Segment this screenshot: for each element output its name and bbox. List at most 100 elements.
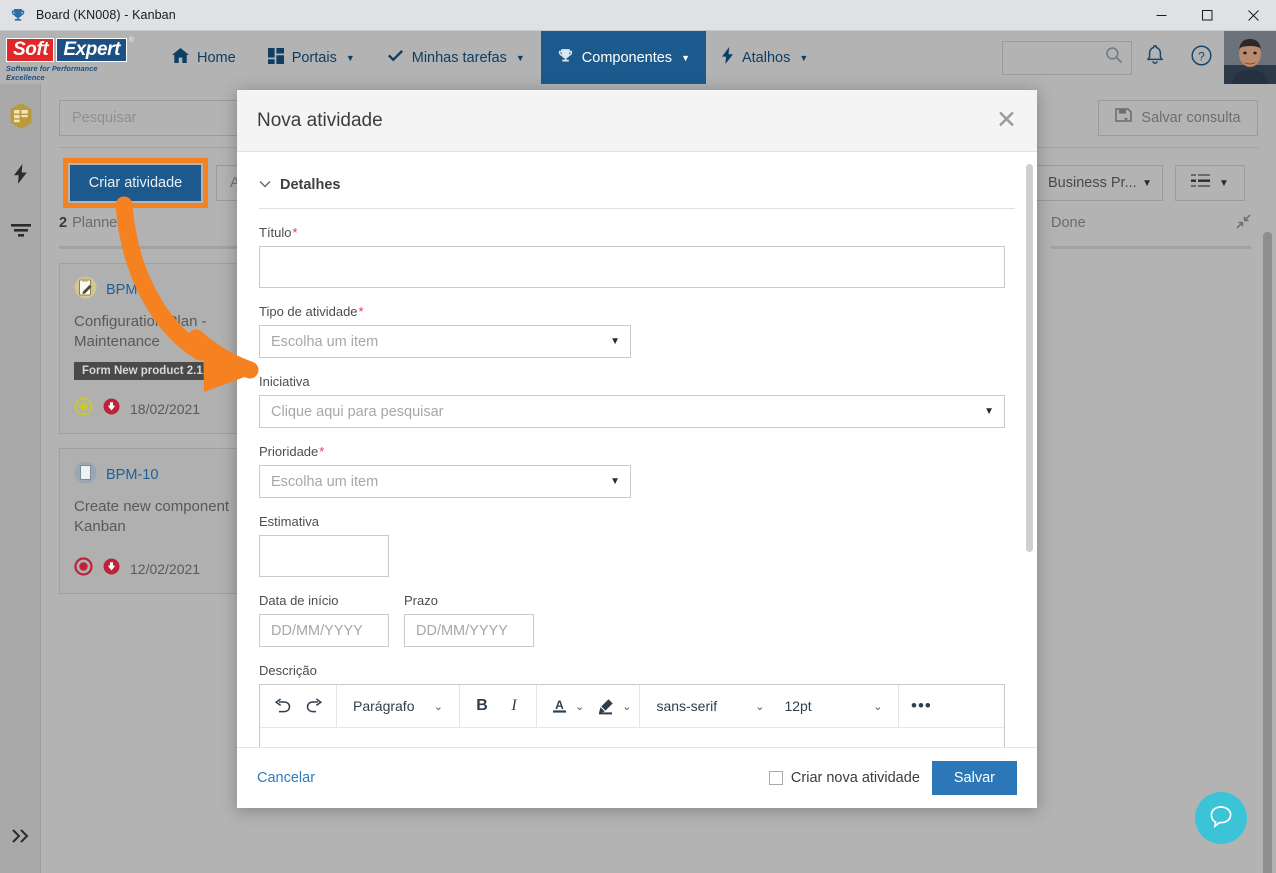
create-activity-button[interactable]: Criar atividade	[70, 165, 201, 201]
nav-label-atalhos: Atalhos	[741, 49, 791, 66]
close-button[interactable]	[1230, 0, 1276, 31]
nav-label-componentes: Componentes	[581, 49, 673, 66]
chevron-down-icon: ▼	[1219, 177, 1229, 189]
rail-expander-button[interactable]	[8, 825, 34, 851]
modal-vertical-scrollbar[interactable]	[1026, 164, 1033, 552]
application-window: Board (KN008) - Kanban Soft Expert ® Sof…	[0, 0, 1276, 873]
column-header: Done	[1051, 212, 1251, 234]
details-section-header[interactable]: Detalhes	[259, 152, 1015, 194]
save-button[interactable]: Salvar	[931, 760, 1017, 795]
chat-button[interactable]	[1195, 792, 1247, 844]
field-label-iniciativa: Iniciativa	[259, 374, 310, 389]
help-button[interactable]: ?	[1178, 31, 1224, 84]
font-family-value: sans-serif	[656, 698, 718, 714]
column-divider	[1051, 246, 1251, 249]
board-vertical-scrollbar[interactable]	[1263, 232, 1272, 873]
font-size-select[interactable]: 12pt ⌄	[774, 688, 892, 724]
rail-item-filter[interactable]	[0, 210, 41, 254]
new-activity-modal: Nova atividade ✕ Detalhes Título* Tipo d…	[237, 90, 1037, 808]
rail-item-board[interactable]	[0, 96, 41, 140]
maximize-button[interactable]	[1184, 0, 1230, 31]
required-marker: *	[292, 225, 298, 240]
description-rich-text-editor: Parágrafo ⌄ B I A ⌄ ⌄ sans-serif ⌄ 12pt …	[259, 684, 1005, 747]
document-icon	[74, 461, 97, 489]
chevron-down-icon: ⌄	[873, 700, 883, 713]
editor-group-font: sans-serif ⌄ 12pt ⌄	[640, 684, 900, 728]
modal-header: Nova atividade ✕	[237, 90, 1037, 152]
logo-registered-mark: ®	[128, 36, 134, 44]
logo-tagline: Software for Performance Excellence	[6, 63, 98, 82]
highlight-icon[interactable]	[590, 688, 622, 724]
card-code[interactable]: BPM-10	[106, 467, 158, 483]
business-process-select[interactable]: Business Pr... ▼	[1035, 165, 1163, 201]
card-tag: Form New product 2.1.7	[74, 362, 221, 380]
window-titlebar: Board (KN008) - Kanban	[0, 0, 1276, 31]
prioridade-select[interactable]: Escolha um item ▼	[259, 465, 631, 498]
chevron-down-icon: ⌄	[755, 700, 765, 713]
iniciativa-select[interactable]: Clique aqui para pesquisar ▼	[259, 395, 1005, 428]
nav-item-portais[interactable]: Portais ▼	[252, 31, 371, 84]
grid-icon	[267, 47, 284, 68]
field-descricao: Descrição Parágrafo ⌄ B I A ⌄ ⌄ sans-ser…	[259, 663, 1015, 747]
tipo-atividade-select[interactable]: Escolha um item ▼	[259, 325, 631, 358]
trophy-icon	[557, 47, 574, 68]
minimize-button[interactable]	[1138, 0, 1184, 31]
nav-item-atalhos[interactable]: Atalhos ▼	[706, 31, 824, 84]
filter-icon	[10, 222, 32, 243]
close-icon[interactable]: ✕	[996, 108, 1017, 133]
left-icon-rail	[0, 84, 41, 873]
chevron-down-icon: ▼	[610, 336, 620, 347]
global-search-input[interactable]	[1002, 40, 1132, 75]
bell-icon	[1146, 44, 1164, 70]
editor-group-color: A ⌄ ⌄	[537, 684, 641, 728]
chevron-down-icon: ▼	[984, 406, 994, 417]
avatar[interactable]	[1224, 31, 1276, 84]
highlight-chevron-down-icon[interactable]: ⌄	[622, 700, 631, 713]
prioridade-placeholder: Escolha um item	[271, 473, 379, 490]
more-options-icon[interactable]: •••	[905, 688, 937, 724]
text-color-icon[interactable]: A	[543, 688, 575, 724]
clipboard-pencil-icon	[74, 276, 97, 304]
editor-toolbar: Parágrafo ⌄ B I A ⌄ ⌄ sans-serif ⌄ 12pt …	[260, 684, 1004, 728]
cancel-button[interactable]: Cancelar	[257, 770, 315, 786]
titulo-input[interactable]	[259, 246, 1005, 288]
create-new-activity-checkbox[interactable]: Criar nova atividade	[768, 770, 920, 786]
notifications-button[interactable]	[1132, 31, 1178, 84]
checkbox-box[interactable]	[768, 770, 783, 785]
italic-button[interactable]: I	[498, 688, 530, 724]
undo-icon[interactable]	[266, 688, 298, 724]
bold-button[interactable]: B	[466, 688, 498, 724]
save-query-button[interactable]: Salvar consulta	[1098, 100, 1258, 136]
block-format-select[interactable]: Parágrafo ⌄	[343, 688, 453, 724]
rail-item-shortcuts[interactable]	[0, 154, 41, 198]
description-editor-canvas[interactable]	[260, 728, 1004, 747]
nav-item-componentes[interactable]: Componentes ▼	[540, 31, 706, 84]
collapse-icon[interactable]	[1236, 213, 1251, 233]
column-header: 2 Planned	[59, 212, 259, 234]
font-family-select[interactable]: sans-serif ⌄	[646, 688, 774, 724]
card-date: 12/02/2021	[130, 561, 201, 577]
field-row-datas: Data de início DD/MM/YYYY Prazo DD/MM/YY…	[259, 593, 1015, 647]
text-color-chevron-down-icon[interactable]: ⌄	[575, 700, 584, 713]
font-size-value: 12pt	[784, 698, 812, 714]
card-title: Create new component Kanban	[74, 498, 230, 535]
view-mode-select[interactable]: ▼	[1175, 165, 1245, 201]
nav-item-minhas-tarefas[interactable]: Minhas tarefas ▼	[371, 31, 541, 84]
redo-icon[interactable]	[298, 688, 330, 724]
card-code[interactable]: BPM-8	[106, 282, 150, 298]
data-inicio-input[interactable]: DD/MM/YYYY	[259, 614, 389, 647]
field-iniciativa: Iniciativa Clique aqui para pesquisar ▼	[259, 374, 1015, 428]
nav-item-home[interactable]: Home	[156, 31, 252, 84]
estimativa-input[interactable]	[259, 535, 389, 577]
search-icon	[1105, 46, 1123, 69]
question-circle-icon: ?	[1190, 44, 1212, 71]
editor-group-history	[260, 684, 337, 728]
column-count: 2	[59, 215, 68, 231]
prazo-input[interactable]: DD/MM/YYYY	[404, 614, 534, 647]
kanban-card[interactable]: BPM-8 Configuration Plan - Maintenance F…	[59, 263, 259, 434]
chat-bubble-icon	[1207, 802, 1235, 835]
field-label-data-inicio: Data de início	[259, 593, 339, 608]
status-ring-yellow	[74, 397, 93, 421]
kanban-card[interactable]: BPM-10 Create new component Kanban 12/02…	[59, 448, 259, 594]
required-marker: *	[358, 304, 364, 319]
